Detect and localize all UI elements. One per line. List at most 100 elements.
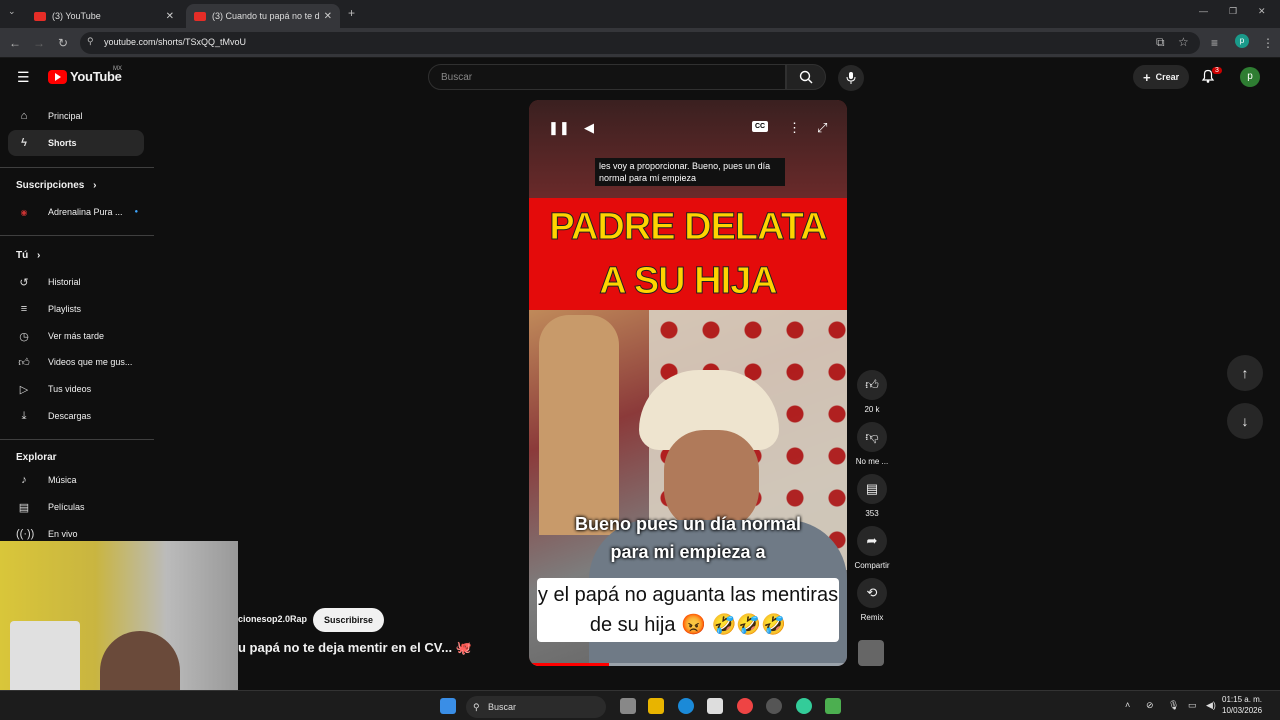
store-icon[interactable] bbox=[707, 698, 723, 714]
close-icon[interactable]: ✕ bbox=[166, 11, 174, 22]
tray-app-icon[interactable]: ⊘ bbox=[1146, 700, 1154, 711]
next-short-button[interactable]: ↓ bbox=[1227, 403, 1263, 439]
tray-chevron-icon[interactable]: ˄ bbox=[1125, 700, 1130, 710]
sidebar-item-shorts[interactable]: ϟ Shorts bbox=[8, 130, 144, 156]
taskbar-search[interactable]: ⚲ Buscar bbox=[466, 696, 606, 718]
like-button[interactable]: 👍︎ bbox=[857, 370, 887, 400]
voice-search-button[interactable] bbox=[838, 65, 864, 91]
youtube-header: ☰ YouTube MX Buscar + Crear 3 p bbox=[0, 58, 1280, 96]
back-icon[interactable]: ← bbox=[9, 36, 21, 50]
chrome-profile-icon[interactable] bbox=[796, 698, 812, 714]
close-icon[interactable]: ✕ bbox=[324, 11, 332, 22]
site-info-icon[interactable]: ⚲ bbox=[87, 36, 94, 47]
obs-icon[interactable] bbox=[766, 698, 782, 714]
reload-icon[interactable]: ↻ bbox=[58, 36, 68, 50]
subscriptions-heading[interactable]: Suscripciones › bbox=[16, 180, 96, 191]
sidebar-item-label: Música bbox=[48, 475, 77, 485]
window-close-icon[interactable]: ✕ bbox=[1258, 6, 1266, 17]
explore-heading: Explorar bbox=[16, 452, 57, 463]
you-heading[interactable]: Tú › bbox=[16, 250, 40, 261]
audio-thumbnail[interactable] bbox=[858, 640, 884, 666]
task-view-icon[interactable] bbox=[620, 698, 636, 714]
url-field[interactable]: ⚲ youtube.com/shorts/TSxQQ_tMvoU ⧉ ☆ bbox=[80, 32, 1200, 54]
subscribe-button[interactable]: Suscribirse bbox=[313, 608, 385, 632]
remix-label: Remix bbox=[860, 613, 884, 622]
progress-bar[interactable] bbox=[529, 663, 847, 666]
sidebar-item-principal[interactable]: ⌂ Principal bbox=[8, 103, 144, 129]
address-bar-row: ← → ↻ ⚲ youtube.com/shorts/TSxQQ_tMvoU ⧉… bbox=[0, 28, 1280, 58]
plus-icon: + bbox=[1143, 69, 1151, 85]
maximize-icon[interactable]: ❐ bbox=[1229, 6, 1237, 17]
woman-figure bbox=[539, 315, 619, 535]
browser-tab-bar: ⌄ (3) YouTube ✕ (3) Cuando tu papá no te… bbox=[0, 0, 1280, 28]
chrome-icon[interactable] bbox=[737, 698, 753, 714]
sidebar-item-historial[interactable]: ↺ Historial bbox=[8, 269, 144, 295]
network-icon[interactable]: ▭ bbox=[1188, 700, 1197, 711]
file-explorer-icon[interactable] bbox=[648, 698, 664, 714]
sidebar-item-movies[interactable]: ▤ Películas bbox=[8, 494, 144, 520]
sidebar-item-label: Principal bbox=[48, 111, 83, 121]
comments-button[interactable]: ▤ bbox=[857, 474, 887, 504]
short-video-player[interactable]: ❚❚ ◀ CC ⋮ ⤢ les voy a proporcionar. Buen… bbox=[529, 100, 847, 666]
tray-mic-icon[interactable]: 🎙︎ bbox=[1168, 700, 1179, 711]
search-button[interactable] bbox=[786, 64, 826, 90]
tab-search-list-icon[interactable]: ≡ bbox=[1211, 36, 1218, 50]
previous-short-button[interactable]: ↑ bbox=[1227, 355, 1263, 391]
channel-name[interactable]: cionesop2.0Rap bbox=[238, 614, 307, 624]
music-note-icon: ♪ bbox=[21, 474, 27, 486]
create-button[interactable]: + Crear bbox=[1133, 65, 1190, 89]
dislike-button[interactable]: 👎︎ bbox=[857, 422, 887, 452]
windows-start-icon[interactable] bbox=[440, 698, 456, 714]
account-avatar[interactable]: p bbox=[1240, 67, 1260, 87]
youtube-logo[interactable]: YouTube MX bbox=[48, 66, 122, 84]
profile-icon[interactable]: p bbox=[1235, 34, 1249, 48]
closed-captions-icon[interactable]: CC bbox=[752, 121, 769, 132]
volume-icon[interactable]: ◀ bbox=[584, 120, 594, 136]
more-options-icon[interactable]: ⋮ bbox=[788, 120, 801, 136]
sidebar-item-music[interactable]: ♪ Música bbox=[8, 467, 144, 493]
taskbar-clock[interactable]: 01:15 a. m. 10/03/2026 bbox=[1222, 694, 1262, 716]
share-button[interactable]: ➦ bbox=[857, 526, 887, 556]
install-icon[interactable]: ⧉ bbox=[1156, 35, 1165, 50]
volume-tray-icon[interactable]: ◀) bbox=[1206, 700, 1216, 711]
burned-in-subtitle: Bueno pues un día normal para mi empieza… bbox=[574, 514, 802, 562]
sidebar-item-label: Playlists bbox=[48, 304, 82, 314]
forward-icon[interactable]: → bbox=[33, 36, 45, 50]
sidebar-item-downloads[interactable]: ⤓ Descargas bbox=[8, 403, 144, 429]
thumbs-up-icon: 👍︎ bbox=[865, 377, 879, 392]
tab-video[interactable]: (3) Cuando tu papá no te d ✕ bbox=[186, 4, 340, 28]
youtube-play-icon bbox=[48, 69, 67, 84]
pause-icon[interactable]: ❚❚ bbox=[548, 120, 570, 136]
fullscreen-icon[interactable]: ⤢ bbox=[817, 120, 827, 136]
thumbs-up-icon: 👍︎ bbox=[18, 356, 30, 369]
taskbar: ⚲ Buscar ˄ ⊘ 🎙︎ ▭ ◀) 01:15 a. m. 10/03/2… bbox=[0, 690, 1280, 720]
app-icon[interactable] bbox=[825, 698, 841, 714]
minimize-icon[interactable]: — bbox=[1199, 6, 1208, 16]
subscription-item-adrenalina[interactable]: ◉ Adrenalina Pura ... ● bbox=[8, 199, 144, 225]
hamburger-menu-icon[interactable]: ☰ bbox=[17, 69, 30, 86]
shorts-icon: ϟ bbox=[21, 137, 27, 149]
sidebar-item-watch-later[interactable]: ◷ Ver más tarde bbox=[8, 323, 144, 349]
sidebar-item-playlists[interactable]: ≡ Playlists bbox=[8, 296, 144, 322]
bookmark-star-icon[interactable]: ☆ bbox=[1178, 35, 1189, 49]
sidebar: ⌂ Principal ϟ Shorts Suscripciones › ◉ A… bbox=[0, 96, 154, 546]
sidebar-item-label: Videos que me gus... bbox=[48, 357, 133, 367]
video-title[interactable]: u papá no te deja mentir en el CV... 🐙 bbox=[238, 640, 472, 656]
divider bbox=[0, 235, 154, 236]
search-input[interactable]: Buscar bbox=[428, 64, 786, 90]
auto-caption: les voy a proporcionar. Bueno, pues un d… bbox=[595, 158, 785, 186]
sidebar-item-label: Descargas bbox=[48, 411, 92, 421]
menu-kebab-icon[interactable]: ⋮ bbox=[1262, 36, 1274, 50]
divider bbox=[0, 439, 154, 440]
microphone-icon bbox=[846, 72, 856, 84]
new-tab-icon[interactable]: + bbox=[348, 6, 355, 20]
progress-fill bbox=[529, 663, 609, 666]
sidebar-item-your-videos[interactable]: ▷ Tus videos bbox=[8, 376, 144, 402]
banner-title-line-1: PADRE DELATA bbox=[549, 206, 828, 249]
tab-search-icon[interactable]: ⌄ bbox=[8, 6, 16, 17]
tab-youtube[interactable]: (3) YouTube ✕ bbox=[26, 4, 182, 28]
search-icon: ⚲ bbox=[473, 702, 480, 712]
sidebar-item-liked-videos[interactable]: 👍︎ Videos que me gus... bbox=[8, 349, 144, 375]
remix-button[interactable]: ⟲ bbox=[857, 578, 887, 608]
edge-browser-icon[interactable] bbox=[678, 698, 694, 714]
